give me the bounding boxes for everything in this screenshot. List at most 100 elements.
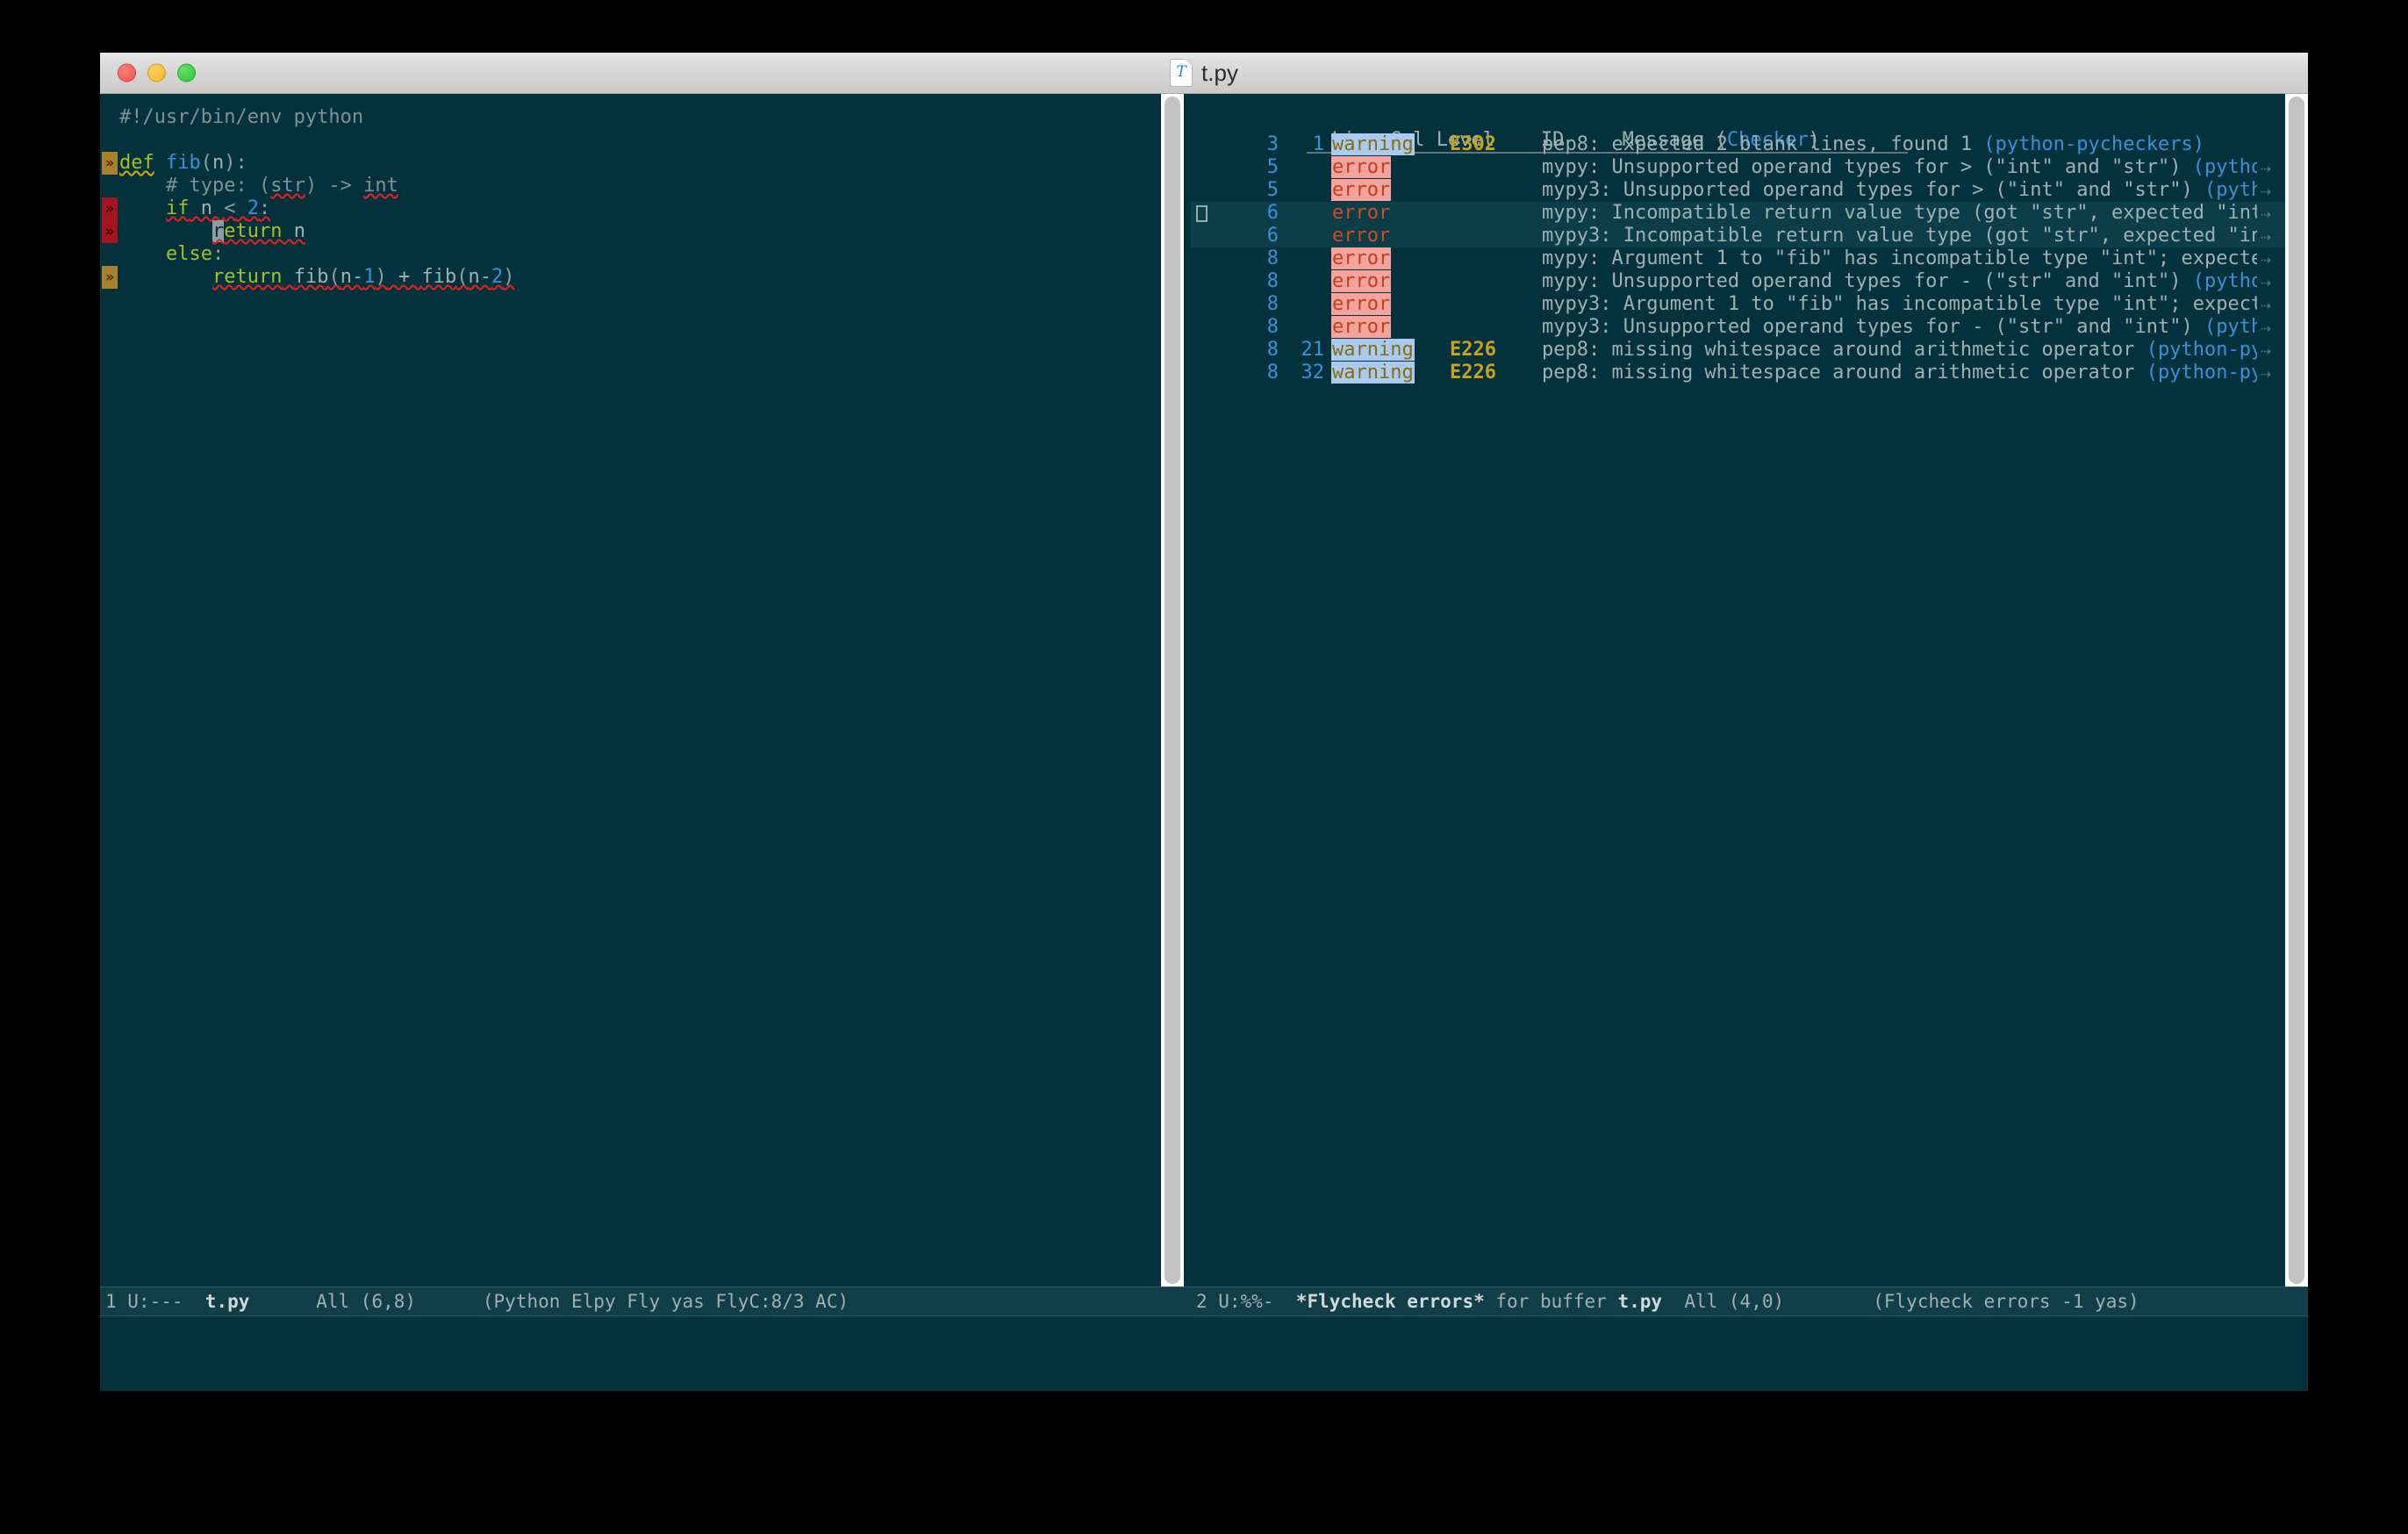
- window-title-area: T t.py: [100, 59, 2308, 87]
- level-badge-warning: warning: [1331, 362, 1415, 384]
- level-badge-error: error: [1332, 202, 1391, 224]
- message-text: mypy: Unsupported operand types for > ("…: [1542, 156, 2193, 178]
- emacs-frame: » » » » #!/usr/bin/env python def fib(n)…: [100, 94, 2308, 1391]
- flycheck-error-row[interactable]: 6 error mypy: Incompatible return value ty…: [1191, 202, 2308, 225]
- cell-level: error: [1331, 179, 1392, 202]
- row-fringe: [1196, 270, 1214, 293]
- message-checker: (python-pycl: [2204, 316, 2257, 338]
- truncation-arrow-icon: ⇢: [2260, 157, 2272, 178]
- echo-line-1: mypy3: Incompatible return value type (g…: [111, 1387, 2308, 1391]
- message-text: mypy3: Unsupported operand types for > (…: [1542, 179, 2204, 201]
- flycheck-error-row[interactable]: 8 error mypy3: Unsupported operand types f…: [1191, 316, 2308, 339]
- cell-message: pep8: missing whitespace around arithmet…: [1542, 362, 2257, 384]
- flycheck-error-row[interactable]: 8 21 warning E226 pep8: missing whitespace a…: [1191, 339, 2308, 362]
- message-checker: (python-pychecker: [2146, 339, 2257, 361]
- cell-level: error: [1331, 293, 1392, 316]
- message-checker: (python-pycheckers): [1983, 133, 2204, 155]
- flycheck-scrollbar[interactable]: [2285, 94, 2308, 1287]
- flycheck-header-line: Line Col Level ID Message (Checker): [1191, 106, 2308, 154]
- cell-line: 6: [1266, 225, 1279, 247]
- cell-line: 5: [1266, 179, 1279, 201]
- modeline-left-tail: All (6,8) (Python Elpy Fly yas FlyC:8/3 …: [249, 1291, 849, 1312]
- code-line: #!/usr/bin/env python: [119, 106, 364, 128]
- level-badge-error: error: [1331, 156, 1392, 178]
- modeline-right-buffer: *Flycheck errors*: [1295, 1291, 1485, 1312]
- flycheck-error-row[interactable]: 8 error mypy: Unsupported operand types fo…: [1191, 270, 2308, 293]
- truncation-arrow-icon: ⇢: [2260, 362, 2272, 384]
- cell-message: mypy: Incompatible return value type (go…: [1542, 202, 2257, 224]
- truncation-arrow-icon: ⇢: [2260, 180, 2272, 201]
- code-line: return fib(n-1) + fib(n-2): [211, 266, 515, 288]
- cell-line: 8: [1266, 270, 1279, 292]
- cell-level: warning: [1331, 133, 1415, 156]
- flycheck-error-row[interactable]: 3 1 warning E302 pep8: expected 2 blank line…: [1191, 133, 2308, 156]
- cell-col: 21: [1301, 339, 1325, 361]
- cell-level: warning: [1331, 339, 1415, 362]
- flycheck-errors-window[interactable]: Line Col Level ID Message (Checker) 3 1 wa…: [1191, 94, 2308, 1287]
- code-buffer-scrollbar[interactable]: [1161, 94, 1184, 1287]
- flycheck-error-row[interactable]: 8 error mypy3: Argument 1 to "fib" has inc…: [1191, 293, 2308, 316]
- level-badge-error: error: [1331, 179, 1392, 201]
- message-text: mypy3: Unsupported operand types for - (…: [1542, 316, 2204, 338]
- modeline-code-window[interactable]: 1 U:--- t.py All (6,8) (Python Elpy Fly …: [100, 1287, 1191, 1316]
- cell-level: error: [1331, 247, 1392, 270]
- flycheck-error-row[interactable]: 5 error mypy3: Unsupported operand types f…: [1191, 179, 2308, 202]
- row-fringe: [1196, 156, 1214, 179]
- truncation-arrow-icon: ⇢: [2260, 294, 2272, 315]
- modeline-left-buffer: t.py: [204, 1291, 250, 1312]
- flycheck-error-row[interactable]: 8 error mypy: Argument 1 to "fib" has inco…: [1191, 247, 2308, 270]
- level-badge-error: error: [1331, 316, 1392, 338]
- cell-col: 1: [1312, 133, 1324, 155]
- level-badge-warning: warning: [1331, 133, 1415, 155]
- modeline-right-forbuffer: for buffer: [1484, 1291, 1618, 1312]
- echo-area: mypy3: Incompatible return value type (g…: [100, 1316, 2308, 1391]
- modeline-right-target: t.py: [1617, 1291, 1663, 1312]
- row-fringe: [1196, 225, 1214, 247]
- code-buffer-window[interactable]: » » » » #!/usr/bin/env python def fib(n)…: [100, 94, 1184, 1287]
- message-checker: (python-pychecker: [2146, 362, 2257, 384]
- modeline-flycheck-window[interactable]: 2 U:%%- *Flycheck errors* for buffer t.p…: [1191, 1287, 2308, 1316]
- cell-line: 5: [1266, 156, 1279, 178]
- window-titlebar: T t.py: [100, 53, 2308, 94]
- level-badge-warning: warning: [1331, 339, 1415, 361]
- flycheck-error-row[interactable]: 8 32 warning E226 pep8: missing whitespace a…: [1191, 362, 2308, 384]
- code-line: else:: [165, 243, 225, 265]
- application-window: T t.py » » » » #!/usr/bin/env python def…: [100, 53, 2308, 1391]
- cell-message: mypy: Unsupported operand types for > ("…: [1542, 156, 2257, 179]
- modeline-right-prefix: 2 U:%%-: [1196, 1291, 1296, 1312]
- scrollbar-thumb[interactable]: [1165, 97, 1180, 1284]
- row-fringe: [1196, 179, 1214, 202]
- cell-message: mypy3: Argument 1 to "fib" has incompati…: [1542, 293, 2257, 315]
- cursor-indicator: [1196, 205, 1208, 222]
- flycheck-error-row[interactable]: 6 error mypy3: Incompatible return value t…: [1191, 225, 2308, 247]
- cell-message: pep8: missing whitespace around arithmet…: [1542, 339, 2257, 362]
- message-text: pep8: expected 2 blank lines, found 1: [1542, 133, 1984, 155]
- level-badge-error: error: [1331, 270, 1392, 292]
- scrollbar-thumb[interactable]: [2289, 97, 2304, 1284]
- row-fringe: [1196, 202, 1214, 225]
- row-fringe: [1196, 339, 1214, 362]
- message-checker: (python-pyche: [2192, 156, 2257, 178]
- cell-level: warning: [1331, 362, 1415, 384]
- message-checker: (python-pyche: [2192, 270, 2257, 292]
- window-title: t.py: [1201, 59, 1238, 86]
- code-line: return n: [211, 220, 305, 242]
- flycheck-error-list[interactable]: 3 1 warning E302 pep8: expected 2 blank line…: [1191, 133, 2308, 384]
- cell-line: 8: [1266, 316, 1279, 338]
- cell-message: mypy: Argument 1 to "fib" has incompatib…: [1542, 247, 2257, 269]
- cell-level: error: [1331, 225, 1391, 247]
- cell-message: mypy3: Unsupported operand types for - (…: [1542, 316, 2257, 339]
- message-checker: (python-pycl: [2204, 179, 2257, 201]
- cell-line: 6: [1266, 202, 1279, 224]
- code-line: # type: (str) -> int: [119, 175, 398, 197]
- cell-message: mypy3: Unsupported operand types for > (…: [1542, 179, 2257, 202]
- window-panes: » » » » #!/usr/bin/env python def fib(n)…: [100, 94, 2308, 1287]
- row-fringe: [1196, 133, 1214, 156]
- source-code[interactable]: #!/usr/bin/env python def fib(n): # type…: [119, 106, 514, 289]
- cell-line: 8: [1266, 293, 1279, 315]
- truncation-arrow-icon: ⇢: [2260, 271, 2272, 292]
- cell-level: error: [1331, 316, 1392, 339]
- flycheck-error-row[interactable]: 5 error mypy: Unsupported operand types fo…: [1191, 156, 2308, 179]
- cell-id: E226: [1450, 339, 1496, 361]
- code-line: def fib(n):: [119, 152, 247, 174]
